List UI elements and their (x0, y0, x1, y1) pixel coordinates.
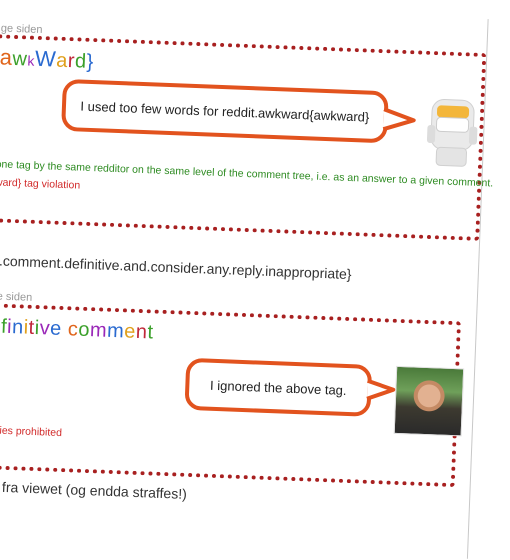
title-letter: t (147, 321, 154, 344)
title-letter: e (123, 320, 137, 343)
user-photo-avatar (393, 365, 465, 437)
title-letter: m (106, 319, 125, 343)
title-letter: m (89, 319, 108, 342)
rotated-page: ge siden awkWard} I used too few words f… (0, 0, 510, 560)
replies-prohibited-label: eplies prohibited (0, 424, 63, 440)
title-letter: d (74, 50, 88, 73)
definitive-tag-code: s.comment.definitive.and.consider.any.re… (0, 252, 352, 283)
speech-bubble-ignored: I ignored the above tag. (184, 357, 373, 417)
title-letter: a (55, 49, 69, 73)
comment-time: ge siden (0, 22, 43, 37)
awkward-tag-title: awkWard} (0, 44, 94, 74)
robot-avatar-icon (426, 99, 478, 167)
title-letter: w (12, 47, 28, 71)
title-letter: e (49, 317, 63, 340)
bubble-text: I used too few words for reddit.awkward{… (80, 98, 370, 125)
bubble-tail (366, 378, 396, 401)
title-letter: W (34, 45, 57, 72)
title-letter: n (11, 316, 25, 339)
comment-time: ge siden (0, 290, 33, 304)
title-letter: } (86, 50, 95, 74)
bubble-text: I ignored the above tag. (209, 377, 347, 398)
title-letter: a (0, 44, 14, 70)
title-letter: o (77, 318, 91, 342)
footer-text: es fra viewet (og endda straffes!) (0, 478, 188, 502)
title-letter: n (135, 320, 148, 344)
bubble-tail (382, 107, 416, 132)
